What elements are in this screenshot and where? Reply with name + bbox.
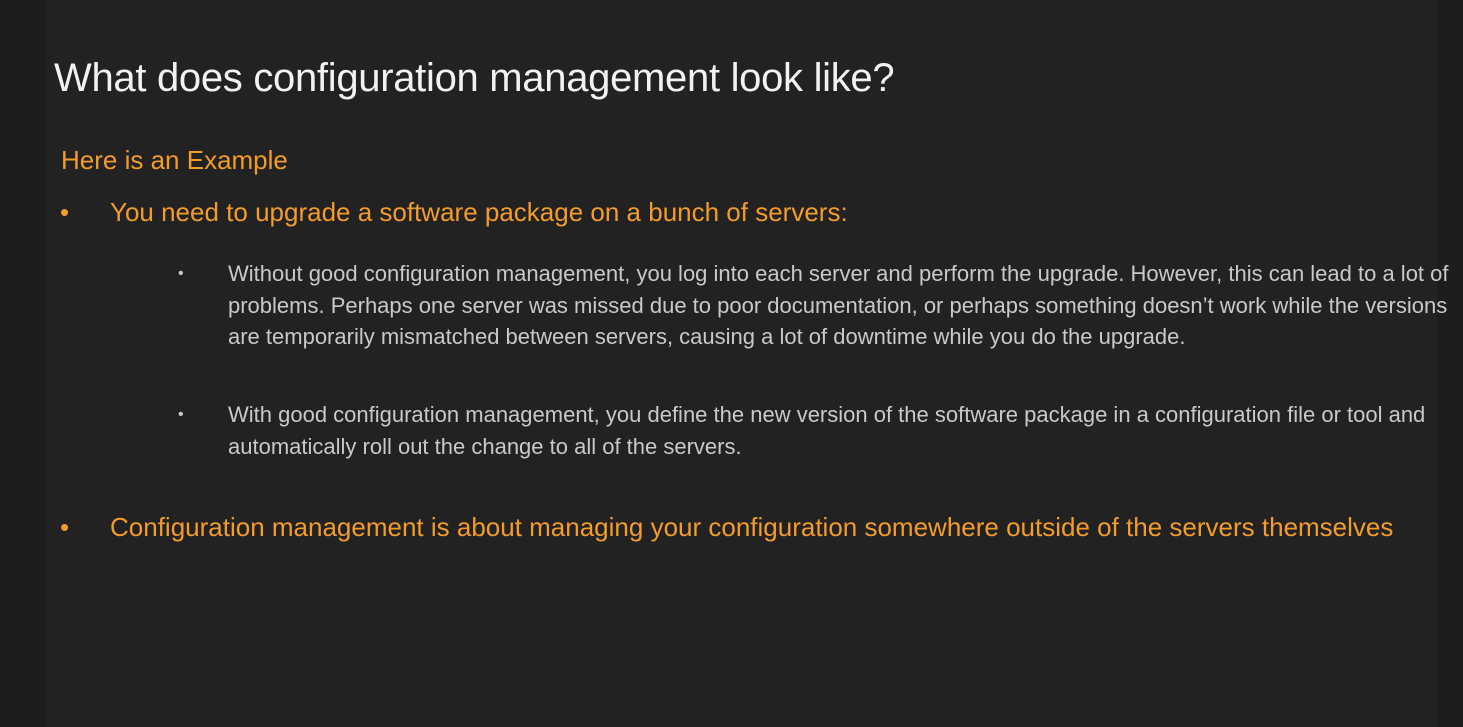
bullet-text: Configuration management is about managi…	[110, 512, 1394, 542]
sub-bullet-marker: •	[178, 265, 184, 282]
sub-bullet-text: Without good configuration management, y…	[228, 261, 1449, 349]
sub-bullet-marker: •	[178, 406, 184, 423]
right-margin-strip	[1437, 0, 1463, 727]
slide-subtitle: Here is an Example	[61, 145, 288, 175]
bullet-text: You need to upgrade a software package o…	[110, 197, 848, 227]
bullet-marker: •	[60, 512, 70, 542]
slide-title: What does configuration management look …	[54, 56, 895, 100]
slide: What does configuration management look …	[0, 0, 1463, 727]
left-margin-strip	[0, 0, 46, 727]
sub-bullet-text: With good configuration management, you …	[228, 402, 1426, 459]
bullet-marker: •	[60, 197, 70, 227]
